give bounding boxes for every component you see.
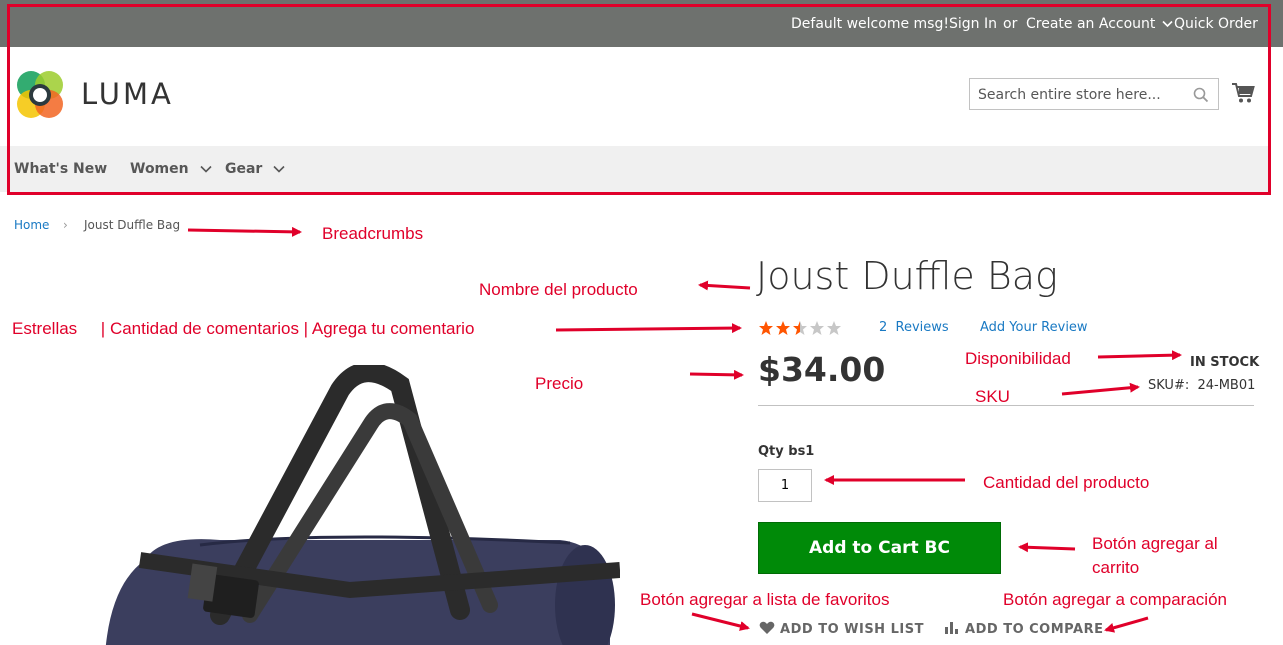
annotation-stars-line: Estrellas | Cantidad de comentarios | Ag… [12, 319, 475, 338]
annotation-cart-line1: Botón agregar al [1092, 534, 1218, 553]
annotation-cart-line2: carrito [1092, 558, 1140, 577]
annotation-sku: SKU [975, 387, 1010, 406]
annotation-wishlist: Botón agregar a lista de favoritos [640, 590, 890, 609]
annotation-breadcrumbs: Breadcrumbs [322, 224, 424, 243]
annotation-availability: Disponibilidad [965, 349, 1071, 368]
annotation-price: Precio [535, 374, 584, 393]
annotation-compare: Botón agregar a comparación [1003, 590, 1227, 609]
annotation-product-name: Nombre del producto [479, 280, 638, 299]
annotation-qty: Cantidad del producto [983, 473, 1150, 492]
